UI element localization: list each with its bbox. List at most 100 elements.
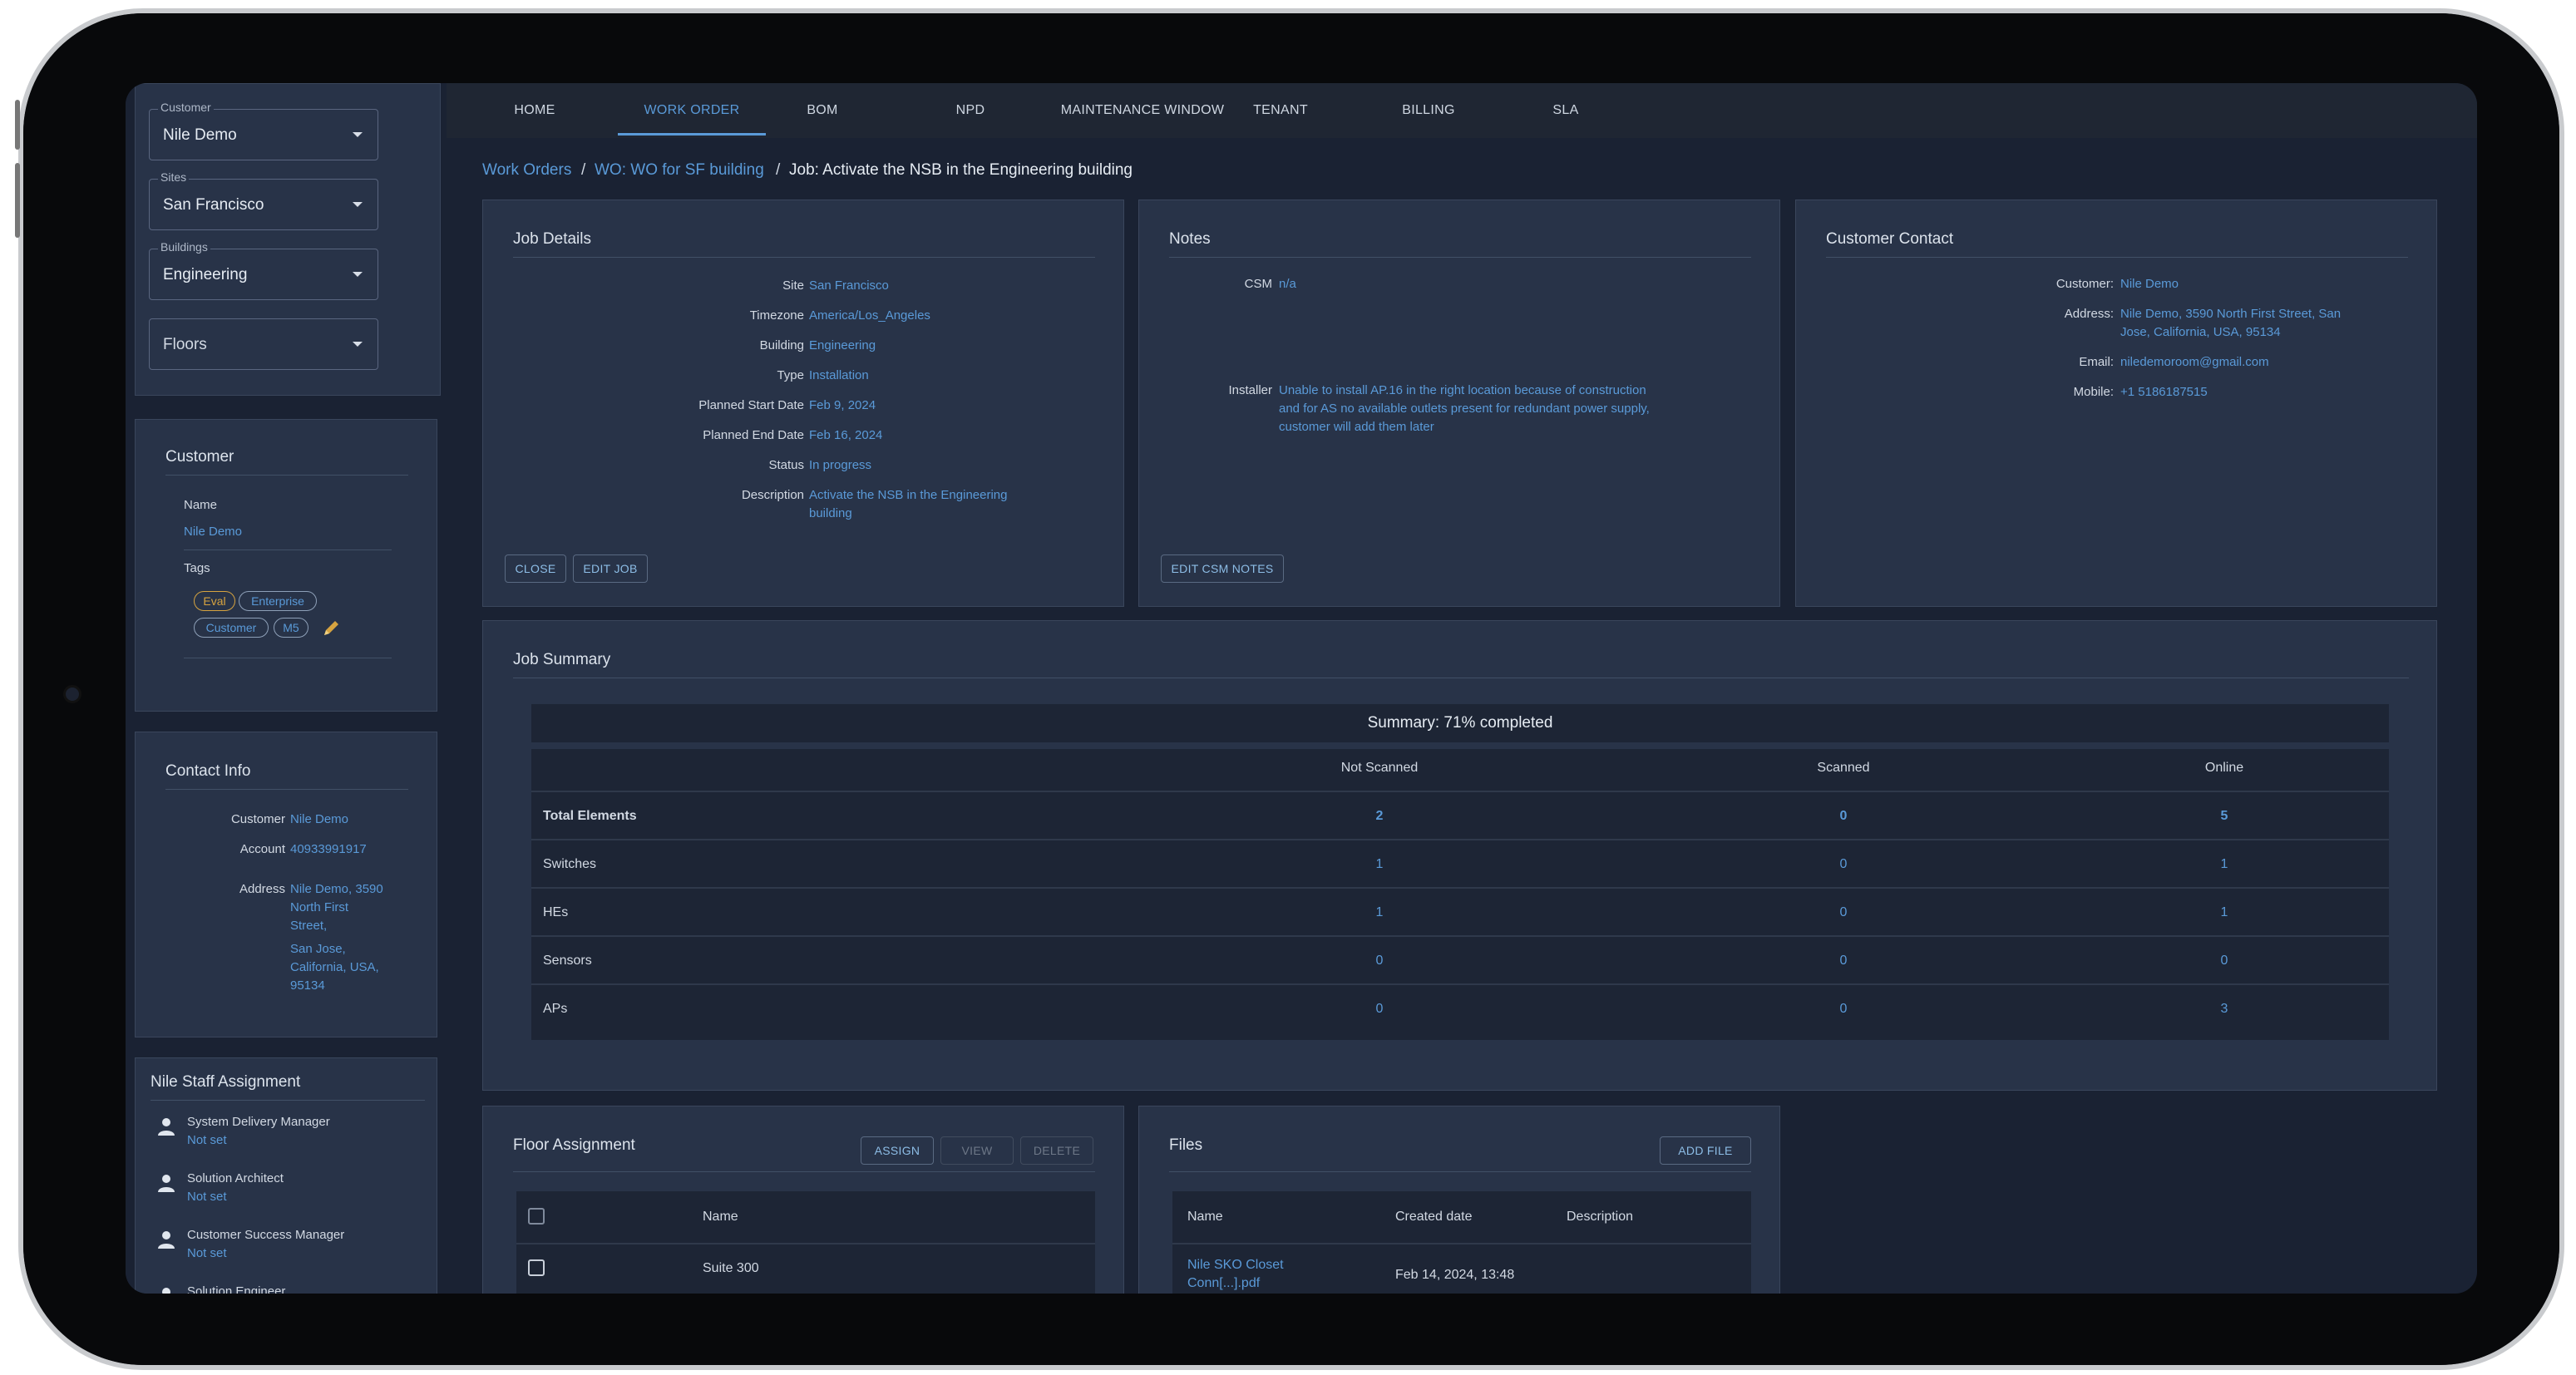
contact-account-value[interactable]: 40933991917 — [290, 840, 367, 859]
notes-card: Notes CSM n/a Installer Unable to instal… — [1138, 200, 1780, 607]
breadcrumb-work-orders[interactable]: Work Orders — [482, 161, 571, 180]
add-file-button[interactable]: ADD FILE — [1660, 1136, 1751, 1165]
table-row: HEs 1 0 1 — [531, 887, 2389, 935]
job-field-value: In progress — [809, 458, 872, 472]
summary-count-cell[interactable]: 0 — [2191, 954, 2258, 968]
cc-address-line: Jose, California, USA, 95134 — [2120, 325, 2281, 339]
chevron-down-icon — [353, 272, 363, 277]
row-checkbox[interactable] — [528, 1259, 545, 1276]
tag-customer[interactable]: Customer — [194, 618, 269, 638]
staff-role-value[interactable]: Not set — [187, 1246, 227, 1260]
job-field-label: Building — [759, 338, 804, 352]
breadcrumb-work-order[interactable]: WO: WO for SF building — [595, 161, 764, 180]
contact-address-line: California, USA, — [290, 960, 379, 974]
tag-m5[interactable]: M5 — [274, 618, 308, 638]
customer-select-value: Nile Demo — [163, 126, 237, 144]
description-line: building — [809, 506, 852, 520]
nav-sla[interactable]: SLA — [1524, 83, 1607, 138]
table-row: Sensors 0 0 0 — [531, 935, 2389, 983]
summary-count-cell[interactable]: 3 — [2191, 1002, 2258, 1017]
summary-count-cell[interactable]: 0 — [1346, 1002, 1413, 1017]
csm-value: n/a — [1279, 277, 1296, 291]
sidebar: Customer Nile Demo Sites San Francisco B… — [126, 83, 447, 1294]
cc-address-label: Address: — [2064, 307, 2114, 321]
nav-maintenance-window[interactable]: MAINTENANCE WINDOW — [1055, 83, 1230, 138]
job-field-value: Installation — [809, 368, 869, 382]
table-row[interactable]: Suite 300 — [516, 1243, 1095, 1293]
customer-select[interactable]: Customer Nile Demo — [149, 101, 378, 160]
summary-count-cell[interactable]: 5 — [2191, 809, 2258, 824]
summary-count-cell[interactable]: 1 — [2191, 905, 2258, 920]
floor-name-cell: Suite 300 — [703, 1261, 759, 1275]
divider — [513, 1171, 1095, 1172]
summary-count-cell[interactable]: 0 — [1810, 954, 1877, 968]
summary-count-cell[interactable]: 1 — [1346, 905, 1413, 920]
divider — [151, 1100, 425, 1101]
nav-npd[interactable]: NPD — [929, 83, 1012, 138]
job-summary-card: Job Summary Summary: 71% completed Not S… — [482, 620, 2437, 1091]
assign-button[interactable]: ASSIGN — [861, 1136, 934, 1165]
file-name-link[interactable]: Conn[...].pdf — [1187, 1276, 1260, 1291]
summary-count-cell[interactable]: 0 — [1810, 857, 1877, 872]
buildings-select-label: Buildings — [158, 240, 210, 254]
nav-bom[interactable]: BOM — [781, 83, 864, 138]
person-icon — [158, 1231, 175, 1249]
summary-count-cell[interactable]: 2 — [1346, 809, 1413, 824]
sites-select-value: San Francisco — [163, 196, 264, 214]
delete-button[interactable]: DELETE — [1020, 1136, 1093, 1165]
nav-billing[interactable]: BILLING — [1383, 83, 1474, 138]
summary-row-name: Total Elements — [543, 809, 637, 823]
floor-name-header: Name — [703, 1210, 738, 1224]
app-screen: Customer Nile Demo Sites San Francisco B… — [126, 83, 2477, 1294]
tag-eval[interactable]: Eval — [194, 591, 235, 611]
file-name-link[interactable]: Nile SKO Closet — [1187, 1258, 1284, 1273]
contact-customer-label: Customer — [230, 812, 285, 826]
files-card: Files ADD FILE Name Created date Descrip… — [1138, 1106, 1780, 1294]
close-button[interactable]: CLOSE — [505, 554, 566, 583]
summary-count-cell[interactable]: 0 — [1346, 954, 1413, 968]
summary-count-cell[interactable]: 0 — [1810, 905, 1877, 920]
installer-note-line: Unable to install AP.16 in the right loc… — [1279, 383, 1646, 397]
view-button[interactable]: VIEW — [940, 1136, 1014, 1165]
staff-role-label: Solution Engineer — [187, 1284, 286, 1294]
summary-count-cell[interactable]: 1 — [2191, 857, 2258, 872]
divider — [1169, 257, 1751, 258]
summary-count-cell[interactable]: 0 — [1810, 1002, 1877, 1017]
buildings-select[interactable]: Buildings Engineering — [149, 240, 378, 300]
staff-role-label: System Delivery Manager — [187, 1115, 330, 1129]
cc-mobile-value[interactable]: +1 5186187515 — [2120, 383, 2208, 402]
divider — [1826, 257, 2408, 258]
summary-count-cell[interactable]: 1 — [1346, 857, 1413, 872]
nav-home[interactable]: HOME — [493, 83, 576, 138]
cc-email-value[interactable]: niledemoroom@gmail.com — [2120, 353, 2269, 372]
job-field-label: Type — [777, 368, 804, 382]
staff-role-value[interactable]: Not set — [187, 1190, 227, 1204]
summary-count-cell[interactable]: 0 — [1810, 809, 1877, 824]
customer-name-label: Name — [184, 498, 218, 512]
customer-contact-card: Customer Contact Customer: Nile Demo Add… — [1795, 200, 2437, 607]
sites-select[interactable]: Sites San Francisco — [149, 170, 378, 230]
cc-customer-value[interactable]: Nile Demo — [2120, 275, 2179, 293]
summary-text: Summary: 71% completed — [1367, 714, 1553, 732]
nav-work-order[interactable]: WORK ORDER — [618, 83, 766, 138]
contact-address-line: Street, — [290, 919, 328, 933]
contact-customer-value[interactable]: Nile Demo — [290, 811, 348, 829]
job-field-label: Planned Start Date — [698, 398, 804, 412]
floor-assignment-title: Floor Assignment — [513, 1136, 635, 1154]
staff-role-value[interactable]: Not set — [187, 1133, 227, 1147]
files-header-name: Name — [1187, 1210, 1223, 1224]
edit-csm-notes-button[interactable]: EDIT CSM NOTES — [1161, 554, 1284, 583]
table-row[interactable]: Nile SKO Closet Conn[...].pdf Feb 14, 20… — [1172, 1243, 1751, 1294]
floors-select[interactable]: Floors — [149, 318, 378, 370]
pencil-edit-icon[interactable] — [320, 618, 342, 639]
job-summary-title: Job Summary — [513, 651, 611, 668]
cc-email-label: Email: — [2079, 355, 2114, 369]
edit-job-button[interactable]: EDIT JOB — [573, 554, 648, 583]
installer-note-line: customer will add them later — [1279, 420, 1434, 434]
customer-name-value[interactable]: Nile Demo — [184, 525, 242, 539]
nav-tenant[interactable]: TENANT — [1235, 83, 1326, 138]
floor-table: Name Suite 300 — [516, 1191, 1095, 1294]
sites-select-label: Sites — [158, 170, 190, 184]
select-all-checkbox[interactable] — [528, 1208, 545, 1225]
tag-enterprise[interactable]: Enterprise — [239, 591, 317, 611]
